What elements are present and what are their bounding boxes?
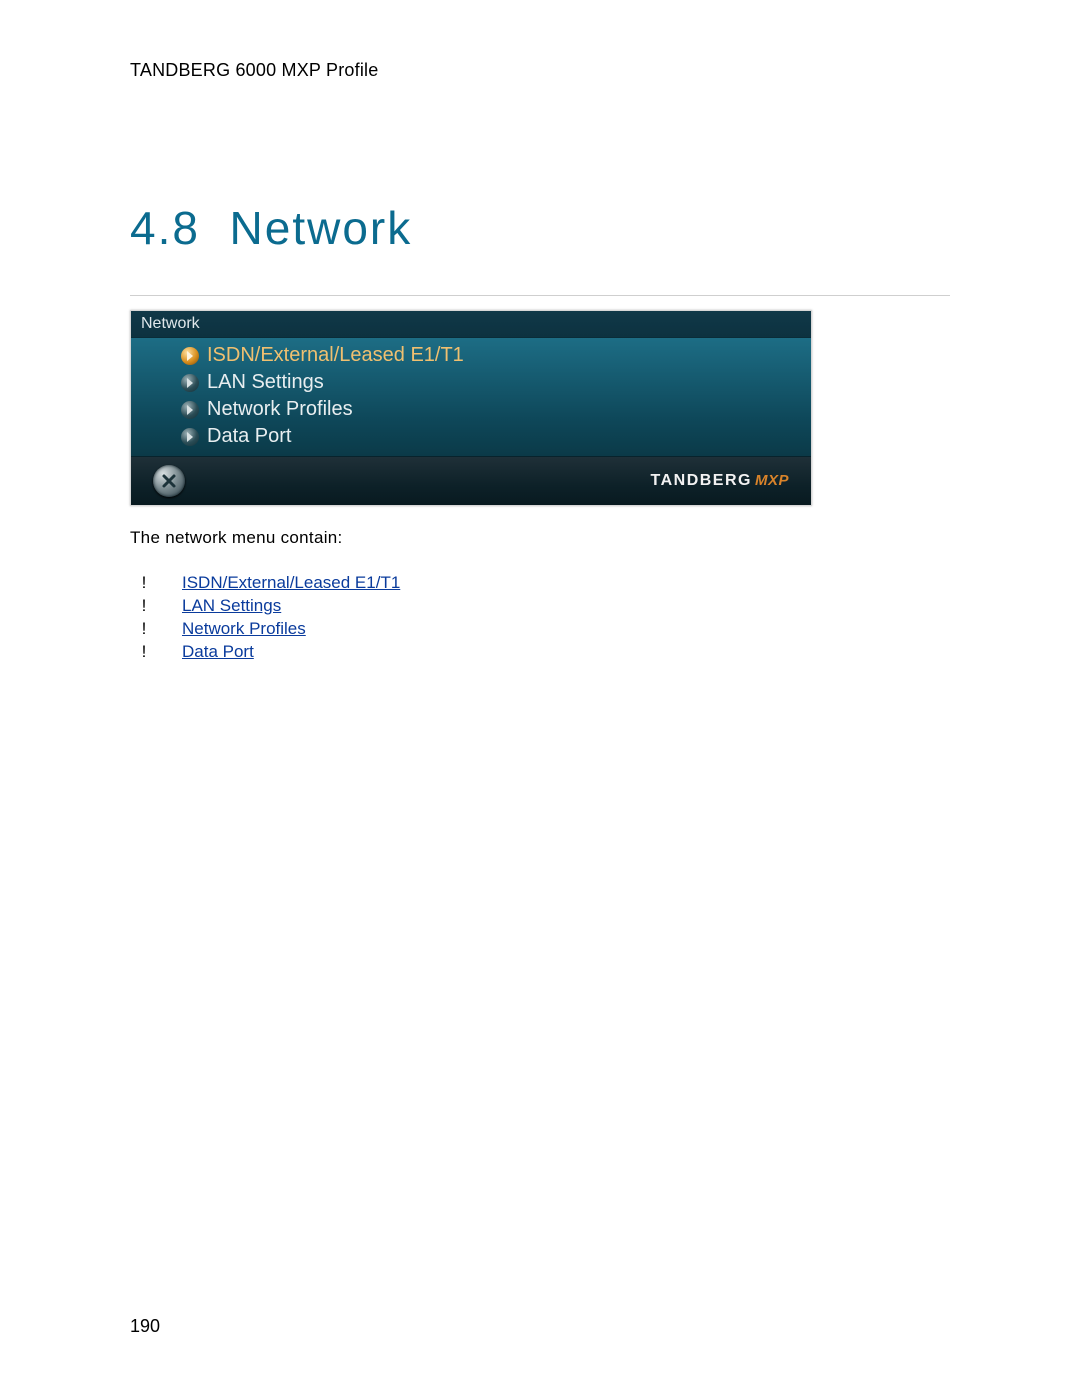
list-item: ! LAN Settings [130, 595, 950, 618]
brand-logo: TANDBERG MXP [651, 472, 790, 490]
list-item: ! Data Port [130, 641, 950, 664]
link-network-profiles[interactable]: Network Profiles [182, 618, 306, 641]
menu-item-lan-settings[interactable]: LAN Settings [131, 369, 811, 396]
play-icon [181, 428, 199, 446]
section-title-text: Network [230, 202, 413, 254]
menu-item-label: LAN Settings [207, 371, 324, 394]
bullet-marker: ! [130, 641, 158, 664]
brand-main-text: TANDBERG [651, 472, 752, 490]
link-isdn[interactable]: ISDN/External/Leased E1/T1 [182, 572, 400, 595]
menu-item-data-port[interactable]: Data Port [131, 423, 811, 450]
section-heading: 4.8 Network [130, 201, 950, 255]
bullet-marker: ! [130, 595, 158, 618]
menu-item-label: Data Port [207, 425, 291, 448]
page-header: TANDBERG 6000 MXP Profile [130, 60, 950, 81]
panel-footer: TANDBERG MXP [131, 456, 811, 505]
link-lan-settings[interactable]: LAN Settings [182, 595, 281, 618]
play-icon [181, 347, 199, 365]
play-icon [181, 374, 199, 392]
bullet-marker: ! [130, 618, 158, 641]
close-icon [161, 473, 177, 489]
list-item: ! Network Profiles [130, 618, 950, 641]
page-number: 190 [130, 1316, 160, 1337]
link-data-port[interactable]: Data Port [182, 641, 254, 664]
menu-item-label: ISDN/External/Leased E1/T1 [207, 344, 464, 367]
bullet-marker: ! [130, 572, 158, 595]
play-icon [181, 401, 199, 419]
close-button[interactable] [153, 465, 185, 497]
list-item: ! ISDN/External/Leased E1/T1 [130, 572, 950, 595]
menu-item-label: Network Profiles [207, 398, 353, 421]
link-list: ! ISDN/External/Leased E1/T1 ! LAN Setti… [130, 572, 950, 664]
menu-item-network-profiles[interactable]: Network Profiles [131, 396, 811, 423]
panel-title: Network [141, 315, 200, 333]
panel-titlebar: Network [131, 311, 811, 338]
horizontal-rule [130, 295, 950, 296]
subheading: The network menu contain: [130, 528, 950, 548]
brand-sub-text: MXP [755, 472, 789, 489]
network-menu-panel: Network ISDN/External/Leased E1/T1 LAN S… [130, 310, 812, 506]
menu-item-isdn[interactable]: ISDN/External/Leased E1/T1 [131, 342, 811, 369]
section-number: 4.8 [130, 202, 200, 254]
panel-body: ISDN/External/Leased E1/T1 LAN Settings … [131, 338, 811, 456]
